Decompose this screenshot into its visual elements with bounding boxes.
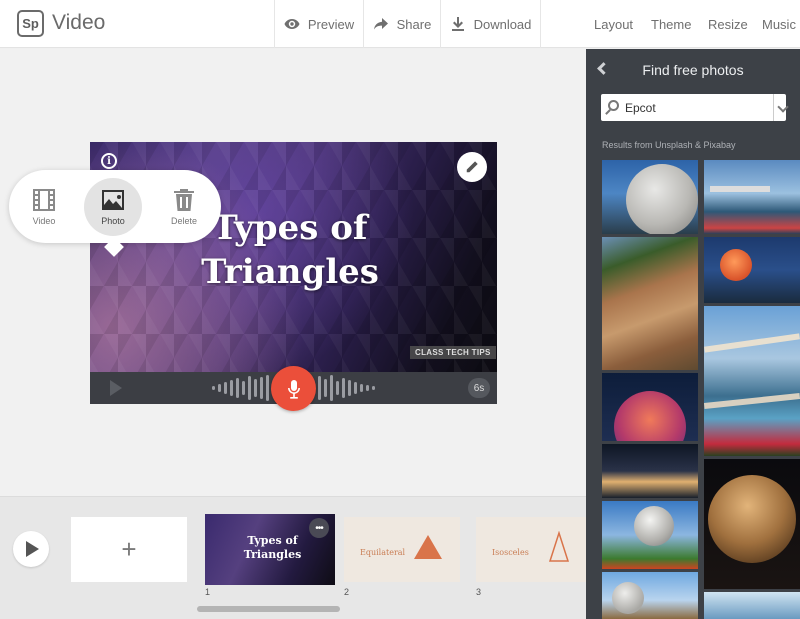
panel-title: Find free photos (642, 62, 744, 78)
slide-duration-badge[interactable]: 6s (468, 378, 490, 398)
download-label: Download (473, 16, 532, 32)
photo-result-5[interactable] (704, 306, 800, 456)
photo-search-input[interactable] (625, 99, 760, 117)
photo-result-1[interactable] (602, 160, 698, 234)
photo-result-8[interactable] (704, 459, 800, 589)
preview-button[interactable]: Preview (274, 0, 363, 48)
thumbnail-title: Types of Triangles (235, 534, 310, 562)
slide-number: 2 (344, 587, 350, 597)
slide-timeline: + Types of Triangles ••• 1 Equilateral 2… (0, 496, 586, 619)
photo-option[interactable]: Photo (84, 178, 142, 236)
photo-result-6[interactable] (602, 373, 698, 441)
trash-icon (174, 189, 194, 211)
more-options-button[interactable]: ••• (309, 518, 329, 538)
photo-result-7[interactable] (602, 444, 698, 498)
thumbnail-label: Isosceles (492, 548, 529, 557)
waveform-left (212, 372, 275, 404)
play-all-button[interactable] (13, 531, 49, 567)
photo-result-11[interactable] (704, 592, 800, 619)
video-option[interactable]: Video (15, 178, 73, 236)
panel-header: Find free photos (586, 49, 800, 89)
thumbnail-title-line-1: Types of (247, 534, 298, 547)
share-arrow-icon (373, 18, 388, 30)
slide-title[interactable]: Types of Triangles (190, 206, 390, 294)
add-slide-button[interactable]: + (71, 517, 187, 582)
photo-result-3[interactable] (602, 237, 698, 370)
info-icon[interactable]: i (101, 153, 117, 169)
thumbnail-label: Equilateral (360, 548, 406, 557)
photo-option-label: Photo (101, 216, 125, 226)
resize-menu[interactable]: Resize (708, 17, 748, 32)
pencil-icon (466, 161, 478, 173)
thumbnail-title-line-2: Triangles (243, 548, 302, 561)
share-label: Share (396, 16, 432, 32)
slide-thumbnail-2[interactable]: Equilateral (344, 517, 460, 582)
layout-menu[interactable]: Layout (594, 17, 633, 32)
music-menu[interactable]: Music (762, 17, 796, 32)
eye-icon (284, 19, 300, 29)
play-recording-icon[interactable] (110, 380, 122, 396)
edit-pencil-button[interactable] (457, 152, 487, 182)
chevron-down-icon[interactable] (773, 94, 786, 121)
video-option-label: Video (32, 216, 56, 226)
photo-search-box (601, 94, 786, 121)
delete-option-label: Delete (170, 216, 197, 226)
preview-label: Preview (307, 16, 355, 32)
slide-number: 3 (476, 587, 482, 597)
top-toolbar: Sp Video Preview Share Download Layout T… (0, 0, 800, 48)
timeline-scrollbar[interactable] (197, 606, 340, 612)
find-photos-panel: Find free photos Results from Unsplash &… (586, 49, 800, 619)
delete-option[interactable]: Delete (155, 178, 213, 236)
app-name: Video (52, 11, 106, 34)
slide-thumbnail-3[interactable]: Isosceles (476, 517, 586, 582)
photo-result-10[interactable] (602, 572, 698, 619)
slide-title-line-2: Triangles (201, 252, 379, 292)
photo-result-9[interactable] (602, 501, 698, 569)
equilateral-triangle-shape (414, 535, 442, 559)
app-root: Sp Video Preview Share Download Layout T… (0, 0, 800, 619)
watermark-badge: CLASS TECH TIPS (410, 346, 496, 359)
spark-logo[interactable]: Sp (17, 10, 44, 37)
share-button[interactable]: Share (363, 0, 440, 48)
theme-menu[interactable]: Theme (651, 17, 691, 32)
record-microphone-button[interactable] (271, 366, 316, 411)
slide-thumbnail-1[interactable]: Types of Triangles ••• (205, 514, 335, 585)
download-button[interactable]: Download (440, 0, 541, 48)
isosceles-triangle-shape (548, 531, 570, 562)
waveform-right (318, 372, 375, 404)
media-type-popup: Video Photo Delete (9, 170, 221, 257)
download-icon (451, 17, 464, 31)
film-icon (33, 189, 55, 211)
photo-result-2[interactable] (704, 160, 800, 234)
image-icon (102, 190, 124, 210)
search-icon (608, 100, 619, 111)
photo-result-4[interactable] (704, 237, 800, 303)
results-source-label: Results from Unsplash & Pixabay (602, 140, 736, 150)
microphone-icon (287, 379, 300, 399)
slide-number: 1 (205, 587, 211, 597)
